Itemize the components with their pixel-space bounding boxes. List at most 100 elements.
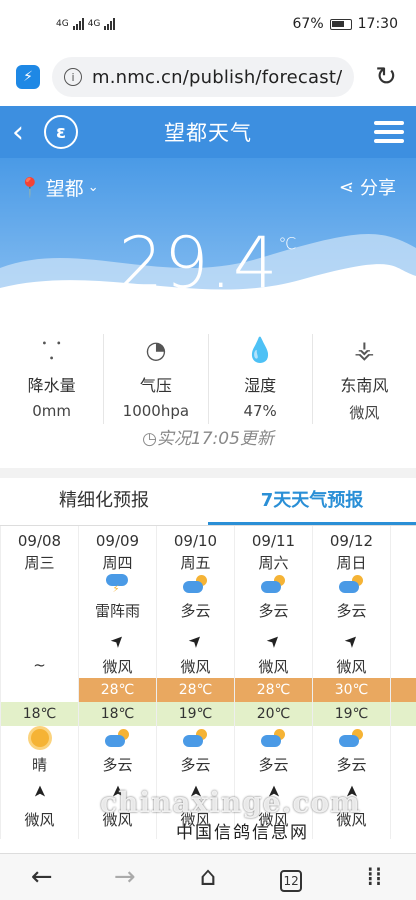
forecast-high-temp: 2 <box>391 678 416 702</box>
raindrops-icon: ⸪ <box>41 336 62 365</box>
tab-detailed-forecast[interactable]: 精细化预报 <box>0 478 208 525</box>
location-name: 望都 <box>45 178 84 200</box>
battery-icon <box>329 18 352 30</box>
cloudy-icon <box>235 728 312 752</box>
forecast-day-column: 09/08 周三 ~18℃ 晴微风 ➤ <box>0 526 78 839</box>
watermark-subtext: 中国信鸽信息网 <box>176 823 309 843</box>
status-bar: 4G 4G 67% 17:30 <box>0 0 416 48</box>
temperature-value: 29.4 <box>118 222 279 304</box>
forecast-low-temp: 20℃ <box>256 706 291 722</box>
forecast-date: 0 <box>391 532 416 550</box>
signal-2-label: 4G <box>87 19 101 29</box>
stat-value: 微风 <box>349 404 380 422</box>
logo-icon: ε <box>44 115 78 149</box>
forecast-low-temp: 19℃ <box>178 706 213 722</box>
stats-row: ⸪ 降水量 0mm ◔ 气压 1000hpa 💧 湿度 47% ⚶ 东南风 微风 <box>0 316 416 424</box>
forecast-day-weather: 雷 <box>391 600 416 621</box>
current-weather-hero: 📍 望都 ⌄ ⋖ 分享 29.4℃ <box>0 158 416 316</box>
forecast-weekday: 周 <box>391 552 416 573</box>
stat-pressure: ◔ 气压 1000hpa <box>104 334 209 424</box>
stat-wind: ⚶ 东南风 微风 <box>313 334 416 424</box>
reload-icon[interactable]: ↻ <box>366 57 406 97</box>
forecast-day-wind: ~ <box>33 656 46 674</box>
storm-icon: ⚡ <box>79 574 156 599</box>
browser-toolbar: ⚡ i m.nmc.cn/publish/forecast// ↻ <box>0 48 416 106</box>
browser-app-icon[interactable]: ⚡ <box>16 65 40 89</box>
cloudy-icon <box>79 728 156 752</box>
forecast-high-temp: 28℃ <box>178 682 213 698</box>
browser-bottom-nav: ← → ⌂ 12 ⁞⁞ <box>0 853 416 900</box>
battery-percent: 67% <box>292 16 324 32</box>
forecast-weekday: 周三 <box>24 554 55 572</box>
tab-count: 12 <box>280 870 303 892</box>
forecast-low-temp: 1 <box>391 702 416 726</box>
sunny-icon <box>1 728 78 752</box>
forecast-weekday: 周五 <box>180 554 211 572</box>
back-icon[interactable]: ‹ <box>12 115 40 150</box>
tab-7day-forecast[interactable]: 7天天气预报 <box>208 478 416 525</box>
signal-indicators: 4G 4G <box>56 18 116 30</box>
pin-icon: 📍 <box>18 177 42 199</box>
more-icon[interactable]: ⁞⁞ <box>349 862 399 892</box>
current-temperature: 29.4℃ <box>0 222 416 304</box>
observation-time-text: 实况17:05更新 <box>156 429 274 449</box>
tabs-button[interactable]: 12 <box>266 862 316 892</box>
stat-label: 湿度 <box>244 376 277 395</box>
share-label: 分享 <box>360 178 396 199</box>
info-icon[interactable]: i <box>64 68 82 86</box>
address-bar[interactable]: i m.nmc.cn/publish/forecast// <box>52 57 354 97</box>
home-icon[interactable]: ⌂ <box>183 862 233 892</box>
forecast-weekday: 周六 <box>258 554 289 572</box>
temperature-unit: ℃ <box>278 234 298 253</box>
signal-1-icon <box>72 18 84 30</box>
wind-turbine-icon: ⚶ <box>354 336 375 364</box>
cloudy-icon <box>157 574 234 598</box>
forward-arrow-icon[interactable]: → <box>100 862 150 892</box>
observation-time: ◷实况17:05更新 <box>0 424 416 468</box>
share-icon: ⋖ <box>338 176 354 198</box>
stat-value: 47% <box>243 402 277 420</box>
cloudy-icon <box>157 728 234 752</box>
forecast-day-column: 0周雷微21雷微➤➤ <box>390 526 416 839</box>
app-header: ‹ ε 望都天气 <box>0 106 416 158</box>
forecast-night-weather: 雷 <box>391 754 416 775</box>
forecast-date: 09/12 <box>329 532 374 550</box>
cloudy-icon <box>313 728 390 752</box>
back-arrow-icon[interactable]: ← <box>17 862 67 892</box>
stat-label: 气压 <box>139 376 172 395</box>
chevron-down-icon: ⌄ <box>87 180 99 195</box>
menu-icon[interactable] <box>374 121 404 143</box>
forecast-low-temp: 19℃ <box>334 706 369 722</box>
share-button[interactable]: ⋖ 分享 <box>339 174 396 200</box>
cloudy-icon <box>235 574 312 598</box>
forecast-weekday: 周日 <box>336 554 367 572</box>
forecast-low-temp: 18℃ <box>22 706 57 722</box>
stat-precipitation: ⸪ 降水量 0mm <box>0 334 105 424</box>
signal-1-label: 4G <box>56 19 69 29</box>
humidity-icon: 💧 <box>245 336 276 364</box>
cloudy-icon <box>313 574 390 598</box>
watermark-text: chinaxinge.com <box>100 786 361 819</box>
forecast-tabs: 精细化预报 7天天气预报 <box>0 478 416 526</box>
gauge-icon: ◔ <box>145 336 167 364</box>
stat-label: 东南风 <box>340 376 389 395</box>
forecast-high-temp: 28℃ <box>100 682 135 698</box>
url-text[interactable]: m.nmc.cn/publish/forecast// <box>92 67 342 88</box>
forecast-date: 09/08 <box>17 532 62 550</box>
forecast-date: 09/10 <box>173 532 218 550</box>
location-selector[interactable]: 📍 望都 ⌄ <box>18 174 99 201</box>
forecast-high-temp: 30℃ <box>334 682 369 698</box>
stat-humidity: 💧 湿度 47% <box>209 334 313 424</box>
wind-direction-icon: ➤ <box>30 784 49 799</box>
forecast-date: 09/09 <box>95 532 140 550</box>
stat-label: 降水量 <box>27 376 76 395</box>
forecast-night-wind: 微 <box>391 809 416 830</box>
section-divider <box>0 468 416 478</box>
signal-2-icon <box>104 18 116 30</box>
forecast-high-temp: 28℃ <box>256 682 291 698</box>
clock-icon: ◷ <box>142 429 157 449</box>
clock: 17:30 <box>357 16 398 32</box>
forecast-low-temp: 18℃ <box>100 706 135 722</box>
forecast-weekday: 周四 <box>102 554 133 572</box>
stat-value: 1000hpa <box>122 402 190 420</box>
